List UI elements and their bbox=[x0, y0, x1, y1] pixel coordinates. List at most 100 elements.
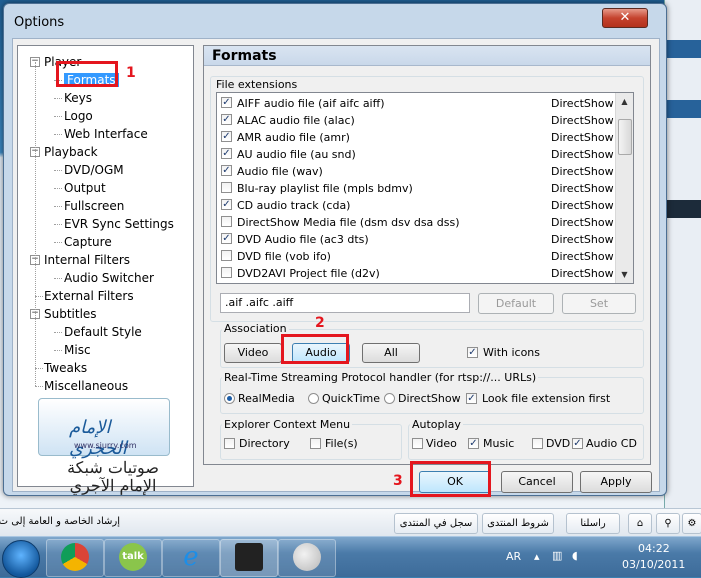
annotation-number-3: 3 bbox=[393, 473, 403, 489]
file-extensions-list[interactable]: ✓ AIFF audio file (aif aifc aiff) DirectSh… bbox=[216, 92, 634, 284]
start-button[interactable] bbox=[2, 540, 40, 578]
tree-item-label: Tweaks bbox=[44, 361, 88, 375]
list-item-checkbox[interactable] bbox=[221, 182, 232, 193]
set-button[interactable]: Set bbox=[562, 293, 636, 314]
list-scrollbar[interactable]: ▲ ▼ bbox=[615, 93, 633, 283]
list-item-checkbox[interactable]: ✓ bbox=[221, 199, 232, 210]
tree-item[interactable]: Default Style bbox=[64, 324, 142, 340]
extensions-input[interactable]: .aif .aifc .aiff bbox=[220, 293, 470, 313]
language-indicator[interactable]: AR bbox=[506, 550, 521, 563]
directory-checkbox[interactable] bbox=[224, 438, 235, 449]
list-item-checkbox[interactable]: ✓ bbox=[221, 165, 232, 176]
home-icon[interactable]: ⌂ bbox=[628, 513, 652, 534]
list-item[interactable]: ✓ AIFF audio file (aif aifc aiff) DirectSh… bbox=[221, 95, 617, 112]
all-button[interactable]: All bbox=[362, 343, 420, 363]
list-item[interactable]: ✓ AU audio file (au snd) DirectShow bbox=[221, 146, 617, 163]
tree-item[interactable]: DVD/OGM bbox=[64, 162, 124, 178]
paint-taskbar-button[interactable] bbox=[278, 539, 336, 577]
tree-item[interactable]: Tweaks bbox=[44, 360, 87, 376]
scroll-up-icon[interactable]: ▲ bbox=[616, 93, 633, 110]
tree-item-label: Miscellaneous bbox=[44, 379, 129, 393]
tree-item[interactable]: Misc bbox=[64, 342, 91, 358]
clock-date[interactable]: 03/10/2011 bbox=[622, 558, 685, 571]
chrome-icon bbox=[61, 543, 89, 571]
list-item[interactable]: Blu-ray playlist file (mpls bdmv) DirectS… bbox=[221, 180, 617, 197]
paint-icon bbox=[293, 543, 321, 571]
forum-register-button[interactable]: سجل في المنتدى bbox=[394, 513, 478, 534]
realmedia-radio[interactable] bbox=[224, 393, 235, 404]
list-item-checkbox[interactable] bbox=[221, 250, 232, 261]
list-item-checkbox[interactable]: ✓ bbox=[221, 131, 232, 142]
title-bar[interactable]: Options ✕ bbox=[4, 4, 666, 32]
tools-icon[interactable]: ⚙ bbox=[682, 513, 701, 534]
autoplay-dvd-checkbox[interactable] bbox=[532, 438, 543, 449]
tree-item[interactable]: Internal Filters bbox=[44, 252, 130, 268]
autoplay-music-checkbox[interactable]: ✓ bbox=[468, 438, 479, 449]
tree-connector bbox=[54, 224, 62, 225]
list-item-name: DVD file (vob ifo) bbox=[237, 250, 331, 263]
clock-time[interactable]: 04:22 bbox=[638, 542, 670, 555]
tree-connector bbox=[54, 98, 62, 99]
tree-item[interactable]: Miscellaneous bbox=[44, 378, 128, 394]
look-ext-checkbox[interactable]: ✓ bbox=[466, 393, 477, 404]
list-item[interactable]: DirectShow Media file (dsm dsv dsa dss) D… bbox=[221, 214, 617, 231]
tree-item[interactable]: Logo bbox=[64, 108, 93, 124]
list-item[interactable]: ✓ ALAC audio file (alac) DirectShow bbox=[221, 112, 617, 129]
tree-item[interactable]: External Filters bbox=[44, 288, 134, 304]
list-item[interactable]: ✓ AMR audio file (amr) DirectShow bbox=[221, 129, 617, 146]
list-item-name: DVD2AVI Project file (d2v) bbox=[237, 267, 380, 280]
tree-item[interactable]: EVR Sync Settings bbox=[64, 216, 174, 232]
list-item-checkbox[interactable]: ✓ bbox=[221, 233, 232, 244]
cancel-button[interactable]: Cancel bbox=[501, 471, 573, 493]
list-item-checkbox[interactable]: ✓ bbox=[221, 114, 232, 125]
tree-item-label: Misc bbox=[64, 343, 91, 357]
forum-rules-button[interactable]: شروط المنتدى bbox=[482, 513, 554, 534]
directshow-radio[interactable] bbox=[384, 393, 395, 404]
scroll-thumb[interactable] bbox=[618, 119, 632, 155]
tree-item[interactable]: Keys bbox=[64, 90, 92, 106]
tree-item-label: External Filters bbox=[44, 289, 134, 303]
ie-taskbar-button[interactable]: e bbox=[162, 539, 220, 577]
list-item[interactable]: ✓ Audio file (wav) DirectShow bbox=[221, 163, 617, 180]
tree-item[interactable]: Fullscreen bbox=[64, 198, 124, 214]
tree-item[interactable]: Capture bbox=[64, 234, 112, 250]
forum-breadcrumb[interactable]: إرشاد الخاصة و العامة إلى ت bbox=[0, 516, 120, 527]
tree-item[interactable]: Output bbox=[64, 180, 106, 196]
tree-item[interactable]: Subtitles bbox=[44, 306, 97, 322]
media-player-taskbar-button[interactable] bbox=[220, 539, 278, 577]
chrome-taskbar-button[interactable] bbox=[46, 539, 104, 577]
search-icon[interactable]: ⚲ bbox=[656, 513, 680, 534]
list-item[interactable]: ✓ CD audio track (cda) DirectShow bbox=[221, 197, 617, 214]
tree-item[interactable]: Audio Switcher bbox=[64, 270, 154, 286]
default-button[interactable]: Default bbox=[478, 293, 554, 314]
tree-item[interactable]: Playback bbox=[44, 144, 98, 160]
files-checkbox[interactable] bbox=[310, 438, 321, 449]
tree-item[interactable]: Web Interface bbox=[64, 126, 148, 142]
logo-caption-line2: الإمام الآجري bbox=[69, 476, 157, 495]
list-item-checkbox[interactable] bbox=[221, 216, 232, 227]
scroll-down-icon[interactable]: ▼ bbox=[616, 266, 633, 283]
talk-taskbar-button[interactable]: talk bbox=[104, 539, 162, 577]
list-item[interactable]: DVD file (vob ifo) DirectShow bbox=[221, 248, 617, 265]
directshow-label: DirectShow bbox=[398, 392, 461, 405]
close-button[interactable]: ✕ bbox=[602, 8, 648, 28]
list-item[interactable]: DVD2AVI Project file (d2v) DirectShow bbox=[221, 265, 617, 282]
list-item-checkbox[interactable]: ✓ bbox=[221, 148, 232, 159]
autoplay-video-checkbox[interactable] bbox=[412, 438, 423, 449]
autoplay-audiocd-checkbox[interactable]: ✓ bbox=[572, 438, 583, 449]
network-icon[interactable]: ▥ bbox=[552, 549, 562, 562]
forum-contact-button[interactable]: راسلنا bbox=[566, 513, 620, 534]
background-page-right bbox=[664, 0, 701, 508]
quicktime-radio[interactable] bbox=[308, 393, 319, 404]
list-item-name: AMR audio file (amr) bbox=[237, 131, 350, 144]
video-button[interactable]: Video bbox=[224, 343, 282, 363]
list-item-checkbox[interactable]: ✓ bbox=[221, 97, 232, 108]
list-item-filter: DirectShow bbox=[551, 233, 614, 246]
tree-connector bbox=[35, 368, 43, 369]
with-icons-checkbox[interactable]: ✓ bbox=[467, 347, 478, 358]
apply-button[interactable]: Apply bbox=[580, 471, 652, 493]
list-item[interactable]: ✓ DVD Audio file (ac3 dts) DirectShow bbox=[221, 231, 617, 248]
list-item-checkbox[interactable] bbox=[221, 267, 232, 278]
volume-icon[interactable]: ◖ bbox=[572, 549, 578, 562]
tray-arrow-icon[interactable]: ▴ bbox=[534, 550, 540, 563]
